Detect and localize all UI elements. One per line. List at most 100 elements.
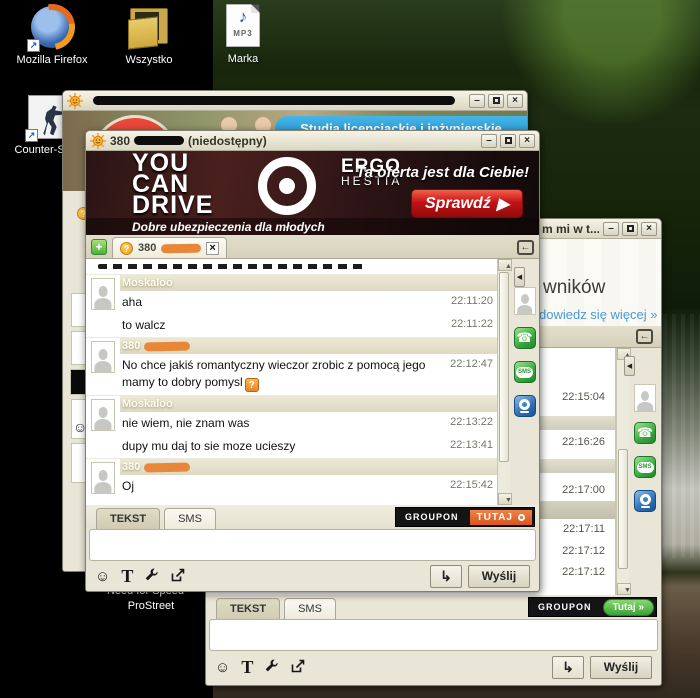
window-back-titlebar[interactable]: – × xyxy=(63,91,527,111)
sun-status-icon xyxy=(67,93,83,109)
target-logo-icon xyxy=(258,157,316,215)
sender-name: Moskaloo xyxy=(122,277,173,289)
maximize-button[interactable] xyxy=(622,222,638,236)
question-emoticon-icon: ? xyxy=(245,378,259,392)
phone-call-icon[interactable]: ☎ xyxy=(514,327,536,349)
send-button[interactable]: Wyślij xyxy=(590,656,652,679)
scrollbar-thumb[interactable] xyxy=(499,272,509,462)
conversation-tabbar: + ? 380 × ← xyxy=(86,235,539,259)
emoticons-icon[interactable]: ☺ xyxy=(95,568,110,585)
maximize-button[interactable] xyxy=(500,134,516,148)
dock-conversation-icon[interactable]: ← xyxy=(517,240,534,255)
message-timestamp: 22:11:22 xyxy=(451,317,493,330)
close-button[interactable]: × xyxy=(507,94,523,108)
youcandrive-ad-banner[interactable]: YOU CAN DRIVE ERGO HESTIA Ta oferta jest… xyxy=(86,151,539,235)
dock-conversation-icon[interactable]: ← xyxy=(636,329,653,344)
message-group: 380 Oj 22:15:42 xyxy=(86,458,497,498)
minimize-button[interactable]: – xyxy=(603,222,619,236)
ad-text-fragment: wników xyxy=(543,277,605,299)
message-group: Moskaloo aha 22:11:20 to walcz 22:11:22 xyxy=(86,274,497,337)
close-tab-icon[interactable]: × xyxy=(206,242,218,255)
ad-tagline: Dobre ubezpieczenia dla młodych xyxy=(86,218,539,235)
learn-more-link[interactable]: dowiedz się więcej » xyxy=(539,307,658,322)
desktop-icon-label: Mozilla Firefox xyxy=(6,54,98,67)
desktop-icon-label: Marka xyxy=(200,53,286,66)
desktop-icon-label: Wszystko xyxy=(103,54,195,67)
sun-status-icon xyxy=(90,133,106,149)
window-front: 380 (niedostępny) – × YOU CAN DRIVE ERGO… xyxy=(85,130,540,592)
composer-tabs-row: TEKST SMS GROUPON Tutaj » xyxy=(206,595,661,619)
window-title-number: 380 xyxy=(110,134,130,148)
shortcut-arrow-icon: ↗ xyxy=(27,39,40,52)
send-on-enter-icon[interactable]: ↳ xyxy=(430,565,462,588)
mp3-file-icon: ♪ MP3 xyxy=(220,3,266,49)
message-timestamp: 22:11:20 xyxy=(451,294,493,307)
webcam-icon[interactable] xyxy=(514,395,536,417)
front-window-side-panel: ☎ SMS xyxy=(510,259,539,505)
message-timestamp: 22:13:22 xyxy=(450,415,493,428)
firefox-icon: ↗ xyxy=(29,4,75,50)
sender-name: 380 xyxy=(122,461,140,473)
sms-icon[interactable]: SMS xyxy=(514,361,536,383)
text-format-icon[interactable]: T xyxy=(121,566,133,587)
sprawdz-button[interactable]: Sprawdź▶ xyxy=(411,189,523,218)
scrollbar[interactable]: ▲ ▼ xyxy=(497,259,510,505)
send-on-enter-icon[interactable]: ↳ xyxy=(552,656,584,679)
emoticons-icon[interactable]: ☺ xyxy=(215,659,230,676)
composer-toolbar: ☺ T ↳ Wyślij xyxy=(86,561,539,591)
phone-call-icon[interactable]: ☎ xyxy=(634,422,656,444)
collapse-panel-icon[interactable]: ◀ xyxy=(624,356,635,376)
sms-icon[interactable]: SMS xyxy=(634,456,656,478)
coin-question-icon: ? xyxy=(120,242,133,255)
maximize-button[interactable] xyxy=(488,94,504,108)
ad-headline: YOU CAN DRIVE xyxy=(132,153,213,216)
tools-wrench-icon[interactable] xyxy=(144,567,159,585)
composer-tabs-row: TEKST SMS GROUPON TUTAJ xyxy=(86,505,539,529)
desktop-icon-wszystko[interactable]: Wszystko xyxy=(103,4,195,67)
groupon-ad-banner[interactable]: GROUPON TUTAJ xyxy=(395,507,535,527)
groupon-cta-button[interactable]: TUTAJ xyxy=(470,510,532,525)
webcam-icon[interactable] xyxy=(634,490,656,512)
message-timestamp: 22:13:41 xyxy=(450,438,493,451)
collapse-panel-icon[interactable]: ◀ xyxy=(514,267,525,287)
redacted-message xyxy=(98,264,368,269)
share-export-icon[interactable] xyxy=(290,658,306,677)
message-input[interactable] xyxy=(209,619,658,651)
groupon-cta-button[interactable]: Tutaj » xyxy=(603,599,654,616)
share-export-icon[interactable] xyxy=(170,567,186,586)
new-conversation-icon[interactable]: + xyxy=(91,239,107,255)
close-button[interactable]: × xyxy=(641,222,657,236)
chat-message: Oj 22:15:42 xyxy=(120,475,497,498)
minimize-button[interactable]: – xyxy=(469,94,485,108)
tab-tekst[interactable]: TEKST xyxy=(96,508,160,529)
close-button[interactable]: × xyxy=(519,134,535,148)
chat-message-area: Moskaloo aha 22:11:20 to walcz 22:11:22 xyxy=(86,259,497,505)
avatar xyxy=(91,399,115,431)
window-front-titlebar[interactable]: 380 (niedostępny) – × xyxy=(86,131,539,151)
tab-sms[interactable]: SMS xyxy=(164,508,216,529)
desktop-icon-marka[interactable]: ♪ MP3 Marka xyxy=(200,3,286,66)
minimize-button[interactable]: – xyxy=(481,134,497,148)
sender-name: Moskaloo xyxy=(122,398,173,410)
message-group: Moskaloo nie wiem, nie znam was 22:13:22… xyxy=(86,395,497,458)
text-format-icon[interactable]: T xyxy=(241,657,253,678)
desktop-icon-firefox[interactable]: ↗ Mozilla Firefox xyxy=(6,4,98,67)
target-dot-icon xyxy=(518,514,525,521)
groupon-ad-banner[interactable]: GROUPON Tutaj » xyxy=(528,597,657,617)
message-input[interactable] xyxy=(89,529,536,561)
redacted-number xyxy=(144,341,190,351)
tab-tekst[interactable]: TEKST xyxy=(216,598,280,619)
tab-contact-number: 380 xyxy=(138,242,156,254)
send-button[interactable]: Wyślij xyxy=(468,565,530,588)
conversation-tab[interactable]: ? 380 × xyxy=(112,237,227,258)
message-group: 380 No chce jakiś romantyczny wieczor zr… xyxy=(86,337,497,395)
scrollbar-thumb[interactable] xyxy=(618,449,628,569)
groupon-logo: GROUPON xyxy=(398,512,466,522)
tab-sms[interactable]: SMS xyxy=(284,598,336,619)
avatar xyxy=(91,341,115,373)
folder-icon xyxy=(126,4,172,50)
contact-avatar xyxy=(634,384,656,412)
chat-message: to walcz 22:11:22 xyxy=(120,314,497,337)
tools-wrench-icon[interactable] xyxy=(264,658,279,676)
scrollbar[interactable]: ▲ ▼ xyxy=(616,348,629,595)
